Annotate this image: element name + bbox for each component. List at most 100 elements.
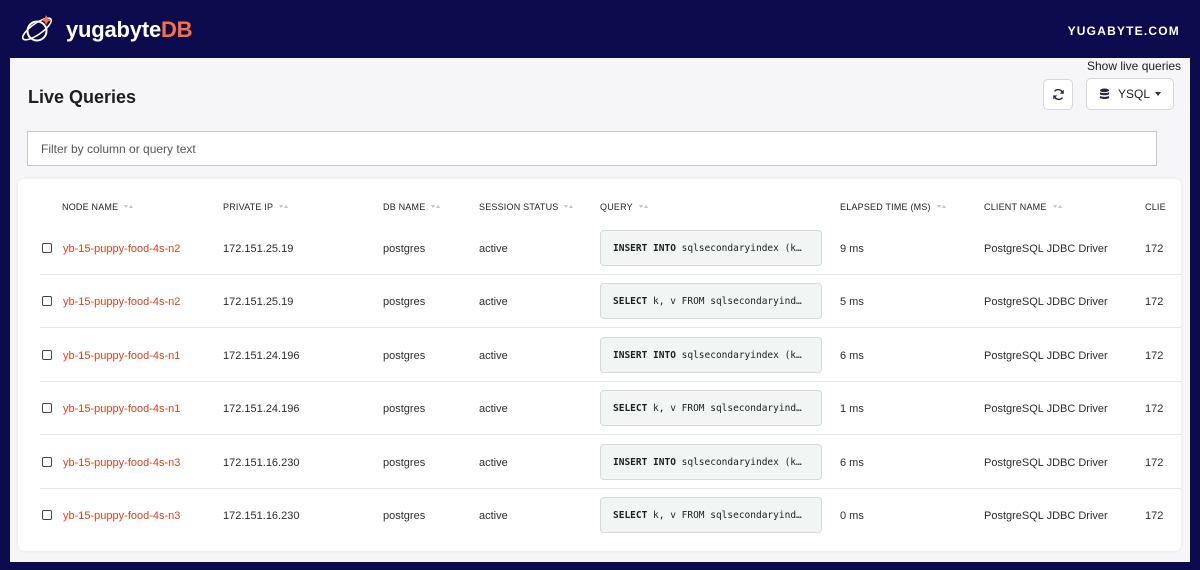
query-rest: k, v FROM sqlsecondaryind… <box>647 402 802 414</box>
query-text[interactable]: SELECT k, v FROM sqlsecondaryind… <box>600 390 822 426</box>
database-icon <box>1099 88 1110 99</box>
session-status: active <box>479 295 508 308</box>
filter-input[interactable] <box>27 131 1157 166</box>
sort-icon <box>936 204 947 210</box>
db-name: postgres <box>383 349 426 362</box>
node-name-link[interactable]: yb-15-puppy-food-4s-n1 <box>63 329 180 382</box>
row-checkbox[interactable] <box>42 510 52 520</box>
sort-icon <box>279 204 289 210</box>
column-header-label: CLIENT NAME <box>984 202 1047 212</box>
brand-name[interactable]: yugabyteDB <box>66 17 193 43</box>
show-live-queries-label: Show live queries <box>1087 59 1182 73</box>
client-name: PostgreSQL JDBC Driver <box>984 295 1108 308</box>
elapsed-time: 1 ms <box>840 402 864 415</box>
query-text[interactable]: INSERT INTO sqlsecondaryindex (k… <box>600 230 822 266</box>
brand-main: yugabyte <box>66 17 161 42</box>
client-host: 172 <box>1145 456 1164 469</box>
row-checkbox[interactable] <box>42 457 52 467</box>
column-header-query[interactable]: QUERY <box>600 200 649 214</box>
query-text[interactable]: INSERT INTO sqlsecondaryindex (k… <box>600 337 822 373</box>
query-keyword: INSERT INTO <box>613 349 676 361</box>
column-header-label: SESSION STATUS <box>479 202 559 212</box>
column-header-label: QUERY <box>600 202 633 212</box>
column-header-elapsed-time[interactable]: ELAPSED TIME (MS) <box>840 200 947 214</box>
column-header-client-name[interactable]: CLIENT NAME <box>984 200 1063 214</box>
refresh-icon <box>1052 88 1064 101</box>
client-host: 172 <box>1145 242 1164 255</box>
node-name-link[interactable]: yb-15-puppy-food-4s-n2 <box>63 222 180 275</box>
sort-icon <box>124 204 134 210</box>
column-header-db-name[interactable]: DB NAME <box>383 200 441 214</box>
db-name: postgres <box>383 295 426 308</box>
elapsed-time: 6 ms <box>840 349 864 362</box>
client-host: 172 <box>1145 402 1164 415</box>
sort-icon <box>1052 204 1063 210</box>
session-status: active <box>479 242 508 255</box>
table-row[interactable]: yb-15-puppy-food-4s-n1 172.151.24.196 po… <box>40 329 1181 382</box>
caret-down-icon <box>1155 92 1162 96</box>
node-name-link[interactable]: yb-15-puppy-food-4s-n3 <box>63 436 180 489</box>
node-name-link[interactable]: yb-15-puppy-food-4s-n2 <box>63 275 180 328</box>
db-name: postgres <box>383 456 426 469</box>
session-status: active <box>479 456 508 469</box>
query-text[interactable]: SELECT k, v FROM sqlsecondaryind… <box>600 283 822 319</box>
private-ip: 172.151.25.19 <box>223 295 294 308</box>
row-checkbox[interactable] <box>42 403 52 413</box>
query-keyword: SELECT <box>613 509 648 521</box>
query-text[interactable]: SELECT k, v FROM sqlsecondaryind… <box>600 497 822 533</box>
client-host: 172 <box>1145 295 1164 308</box>
node-name-link[interactable]: yb-15-puppy-food-4s-n1 <box>63 382 180 435</box>
private-ip: 172.151.24.196 <box>223 349 300 362</box>
client-name: PostgreSQL JDBC Driver <box>984 509 1108 522</box>
column-header-label: ELAPSED TIME (MS) <box>840 202 931 212</box>
refresh-button[interactable] <box>1043 79 1073 110</box>
private-ip: 172.151.16.230 <box>223 456 300 469</box>
column-header-label: CLIE <box>1145 202 1166 212</box>
sort-icon <box>564 204 574 210</box>
row-checkbox[interactable] <box>42 350 52 360</box>
column-header-node-name[interactable]: NODE NAME <box>62 200 134 214</box>
query-rest: k, v FROM sqlsecondaryind… <box>647 509 802 521</box>
top-navbar: yugabyteDB YUGABYTE.COM <box>0 0 1200 58</box>
sort-icon <box>638 204 649 210</box>
query-rest: sqlsecondaryindex (k… <box>675 242 802 254</box>
db-name: postgres <box>383 402 426 415</box>
session-status: active <box>479 402 508 415</box>
table-row[interactable]: yb-15-puppy-food-4s-n3 172.151.16.230 po… <box>40 436 1181 489</box>
client-host: 172 <box>1145 509 1164 522</box>
query-keyword: SELECT <box>613 402 648 414</box>
query-keyword: INSERT INTO <box>613 242 676 254</box>
node-name-link[interactable]: yb-15-puppy-food-4s-n3 <box>63 489 180 542</box>
row-checkbox[interactable] <box>42 243 52 253</box>
query-rest: sqlsecondaryindex (k… <box>675 456 802 468</box>
brand-accent: DB <box>160 17 193 42</box>
column-header-client-host[interactable]: CLIE <box>1145 200 1166 214</box>
elapsed-time: 0 ms <box>840 509 864 522</box>
yugabyte-site-link[interactable]: YUGABYTE.COM <box>1068 24 1180 38</box>
db-name: postgres <box>383 242 426 255</box>
column-header-label: PRIVATE IP <box>223 202 274 212</box>
client-name: PostgreSQL JDBC Driver <box>984 242 1108 255</box>
client-name: PostgreSQL JDBC Driver <box>984 456 1108 469</box>
db-type-dropdown[interactable]: YSQL <box>1086 78 1174 110</box>
table-row[interactable]: yb-15-puppy-food-4s-n1 172.151.24.196 po… <box>40 382 1181 435</box>
column-header-session-status[interactable]: SESSION STATUS <box>479 200 574 214</box>
column-header-private-ip[interactable]: PRIVATE IP <box>223 200 289 214</box>
column-header-label: DB NAME <box>383 202 426 212</box>
table-row[interactable]: yb-15-puppy-food-4s-n3 172.151.16.230 po… <box>40 489 1181 542</box>
query-text[interactable]: INSERT INTO sqlsecondaryindex (k… <box>600 444 822 480</box>
live-queries-page: Show live queries Live Queries YSQL NODE… <box>10 58 1190 562</box>
session-status: active <box>479 349 508 362</box>
table-row[interactable]: yb-15-puppy-food-4s-n2 172.151.25.19 pos… <box>40 222 1181 275</box>
private-ip: 172.151.25.19 <box>223 242 294 255</box>
elapsed-time: 6 ms <box>840 456 864 469</box>
queries-table: NODE NAME PRIVATE IP DB NAME SESSION STA… <box>18 179 1181 551</box>
db-name: postgres <box>383 509 426 522</box>
client-name: PostgreSQL JDBC Driver <box>984 349 1108 362</box>
table-row[interactable]: yb-15-puppy-food-4s-n2 172.151.25.19 pos… <box>40 275 1181 328</box>
yugabyte-logo-icon[interactable] <box>20 12 56 46</box>
row-checkbox[interactable] <box>42 296 52 306</box>
private-ip: 172.151.24.196 <box>223 402 300 415</box>
elapsed-time: 5 ms <box>840 295 864 308</box>
client-name: PostgreSQL JDBC Driver <box>984 402 1108 415</box>
